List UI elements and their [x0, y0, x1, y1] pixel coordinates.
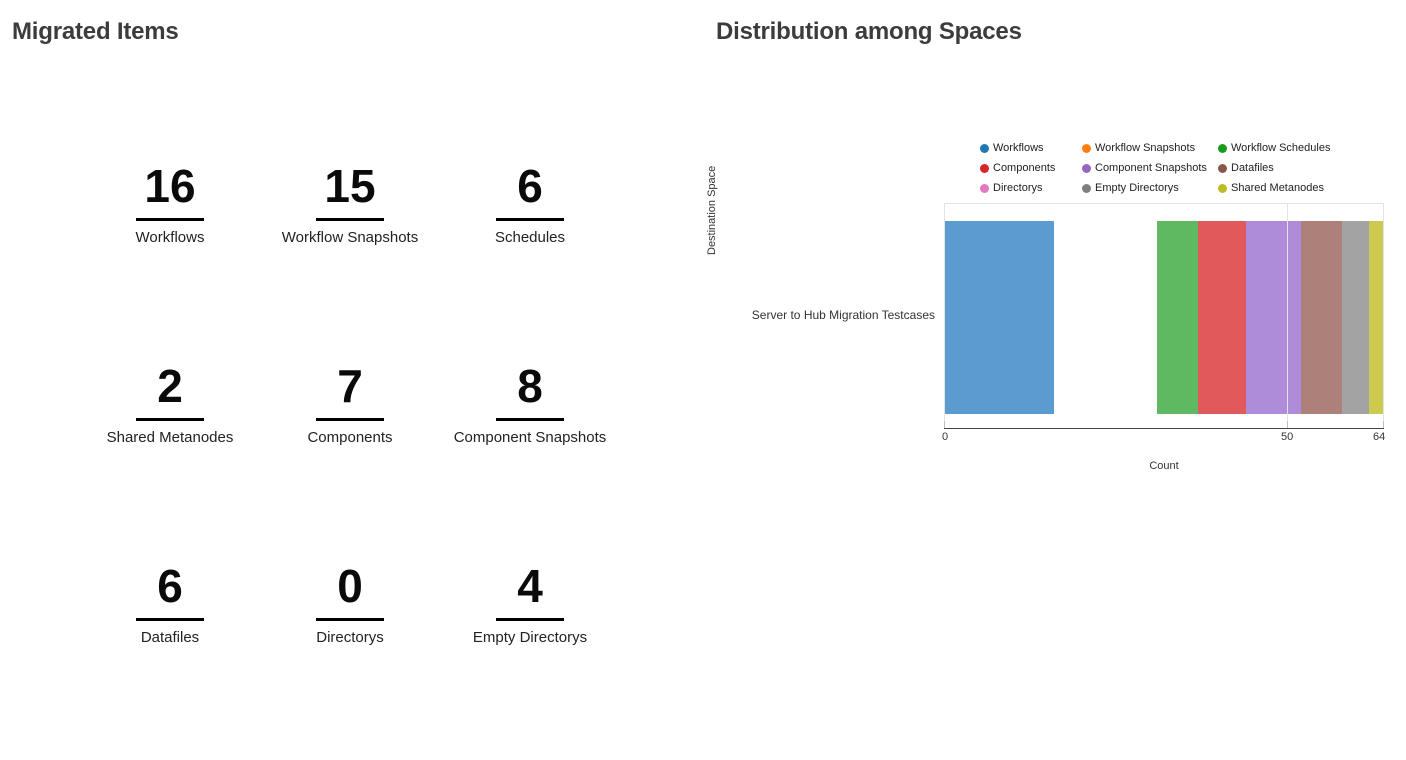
legend-label: Workflow Schedules — [1231, 142, 1330, 154]
bar-segment[interactable] — [1246, 221, 1301, 414]
legend-color-swatch-icon — [980, 184, 989, 193]
bar-segment[interactable] — [1301, 221, 1342, 414]
stat-value: 6 — [440, 160, 620, 212]
stat-value: 16 — [80, 160, 260, 212]
stat-label: Component Snapshots — [440, 429, 620, 446]
vertical-gridline — [944, 203, 945, 421]
bar-segment[interactable] — [1369, 221, 1383, 414]
legend-item[interactable]: Workflow Snapshots — [1082, 138, 1214, 158]
stat-value: 2 — [80, 360, 260, 412]
stat-card-directorys: 0 Directorys — [260, 560, 440, 760]
vertical-gridline — [1383, 203, 1384, 421]
legend-item[interactable]: Workflows — [980, 138, 1078, 158]
stat-value: 15 — [260, 160, 440, 212]
legend-label: Component Snapshots — [1095, 162, 1207, 174]
stat-value: 7 — [260, 360, 440, 412]
stat-label: Empty Directorys — [440, 629, 620, 646]
x-axis-tick-label: 0 — [942, 431, 948, 443]
stat-card-shared-metanodes: 2 Shared Metanodes — [80, 360, 260, 560]
legend-item[interactable]: Shared Metanodes — [1218, 178, 1330, 198]
y-axis-tick-label: Server to Hub Migration Testcases — [710, 308, 935, 322]
bar-segment[interactable] — [1054, 221, 1157, 414]
legend-color-swatch-icon — [1082, 184, 1091, 193]
stat-divider — [316, 618, 384, 621]
stat-card-datafiles: 6 Datafiles — [80, 560, 260, 760]
legend-label: Workflows — [993, 142, 1044, 154]
stat-label: Directorys — [260, 629, 440, 646]
vertical-gridline — [1287, 203, 1288, 421]
legend-label: Workflow Snapshots — [1095, 142, 1195, 154]
stat-divider — [496, 418, 564, 421]
x-axis-tick-label: 64 — [1373, 431, 1385, 443]
bar-segment[interactable] — [1157, 221, 1198, 414]
stat-card-workflows: 16 Workflows — [80, 160, 260, 360]
stat-divider — [136, 418, 204, 421]
migrated-items-stats-grid: 16 Workflows 15 Workflow Snapshots 6 Sch… — [0, 160, 700, 760]
stat-value: 0 — [260, 560, 440, 612]
legend-color-swatch-icon — [1218, 164, 1227, 173]
plot-area — [944, 203, 1383, 421]
stat-label: Workflow Snapshots — [260, 229, 440, 246]
stat-divider — [136, 218, 204, 221]
legend-color-swatch-icon — [1218, 184, 1227, 193]
stat-card-empty-directorys: 4 Empty Directorys — [440, 560, 620, 760]
legend-item[interactable]: Datafiles — [1218, 158, 1330, 178]
legend-label: Datafiles — [1231, 162, 1274, 174]
legend-color-swatch-icon — [980, 164, 989, 173]
x-axis-tick-mark — [944, 421, 945, 428]
x-axis-tick-mark — [1287, 421, 1288, 428]
distribution-panel: Distribution among Spaces Destination Sp… — [700, 0, 1406, 694]
stat-card-schedules: 6 Schedules — [440, 160, 620, 360]
x-axis-title: Count — [944, 460, 1384, 472]
page-title-migrated-items: Migrated Items — [12, 18, 179, 46]
stats-row: 2 Shared Metanodes 7 Components 8 Compon… — [0, 360, 700, 560]
bar-segment[interactable] — [944, 221, 1054, 414]
stat-label: Schedules — [440, 229, 620, 246]
stat-divider — [136, 618, 204, 621]
stat-label: Datafiles — [80, 629, 260, 646]
stat-divider — [316, 418, 384, 421]
stat-label: Components — [260, 429, 440, 446]
stat-card-component-snapshots: 8 Component Snapshots — [440, 360, 620, 560]
legend-label: Empty Directorys — [1095, 182, 1179, 194]
legend-item[interactable]: Empty Directorys — [1082, 178, 1214, 198]
stat-label: Workflows — [80, 229, 260, 246]
legend-color-swatch-icon — [1082, 164, 1091, 173]
stat-card-components: 7 Components — [260, 360, 440, 560]
stacked-bar-chart: Destination Space Server to Hub Migratio… — [700, 0, 1406, 500]
legend-item[interactable]: Component Snapshots — [1082, 158, 1214, 178]
y-axis-title: Destination Space — [706, 150, 726, 270]
legend-color-swatch-icon — [980, 144, 989, 153]
stat-value: 8 — [440, 360, 620, 412]
bar-segment[interactable] — [1198, 221, 1246, 414]
x-axis-line — [944, 428, 1384, 429]
x-axis-tick-label: 50 — [1281, 431, 1293, 443]
legend-color-swatch-icon — [1218, 144, 1227, 153]
stats-row: 16 Workflows 15 Workflow Snapshots 6 Sch… — [0, 160, 700, 360]
stacked-bar — [944, 221, 1383, 414]
chart-legend: Workflows Workflow Snapshots Workflow Sche… — [980, 138, 1330, 198]
stat-divider — [316, 218, 384, 221]
stat-card-workflow-snapshots: 15 Workflow Snapshots — [260, 160, 440, 360]
x-axis-tick-mark — [1383, 421, 1384, 428]
legend-item[interactable]: Components — [980, 158, 1078, 178]
legend-label: Directorys — [993, 182, 1043, 194]
legend-item[interactable]: Directorys — [980, 178, 1078, 198]
legend-color-swatch-icon — [1082, 144, 1091, 153]
horizontal-gridline — [944, 203, 1383, 204]
bar-segment[interactable] — [1342, 221, 1369, 414]
stats-row: 6 Datafiles 0 Directorys 4 Empty Directo… — [0, 560, 700, 760]
legend-item[interactable]: Workflow Schedules — [1218, 138, 1330, 158]
legend-label: Shared Metanodes — [1231, 182, 1324, 194]
stat-value: 4 — [440, 560, 620, 612]
legend-label: Components — [993, 162, 1055, 174]
stat-value: 6 — [80, 560, 260, 612]
migrated-items-panel: Migrated Items 16 Workflows 15 Workflow … — [0, 0, 700, 694]
stat-divider — [496, 218, 564, 221]
stat-divider — [496, 618, 564, 621]
stat-label: Shared Metanodes — [80, 429, 260, 446]
